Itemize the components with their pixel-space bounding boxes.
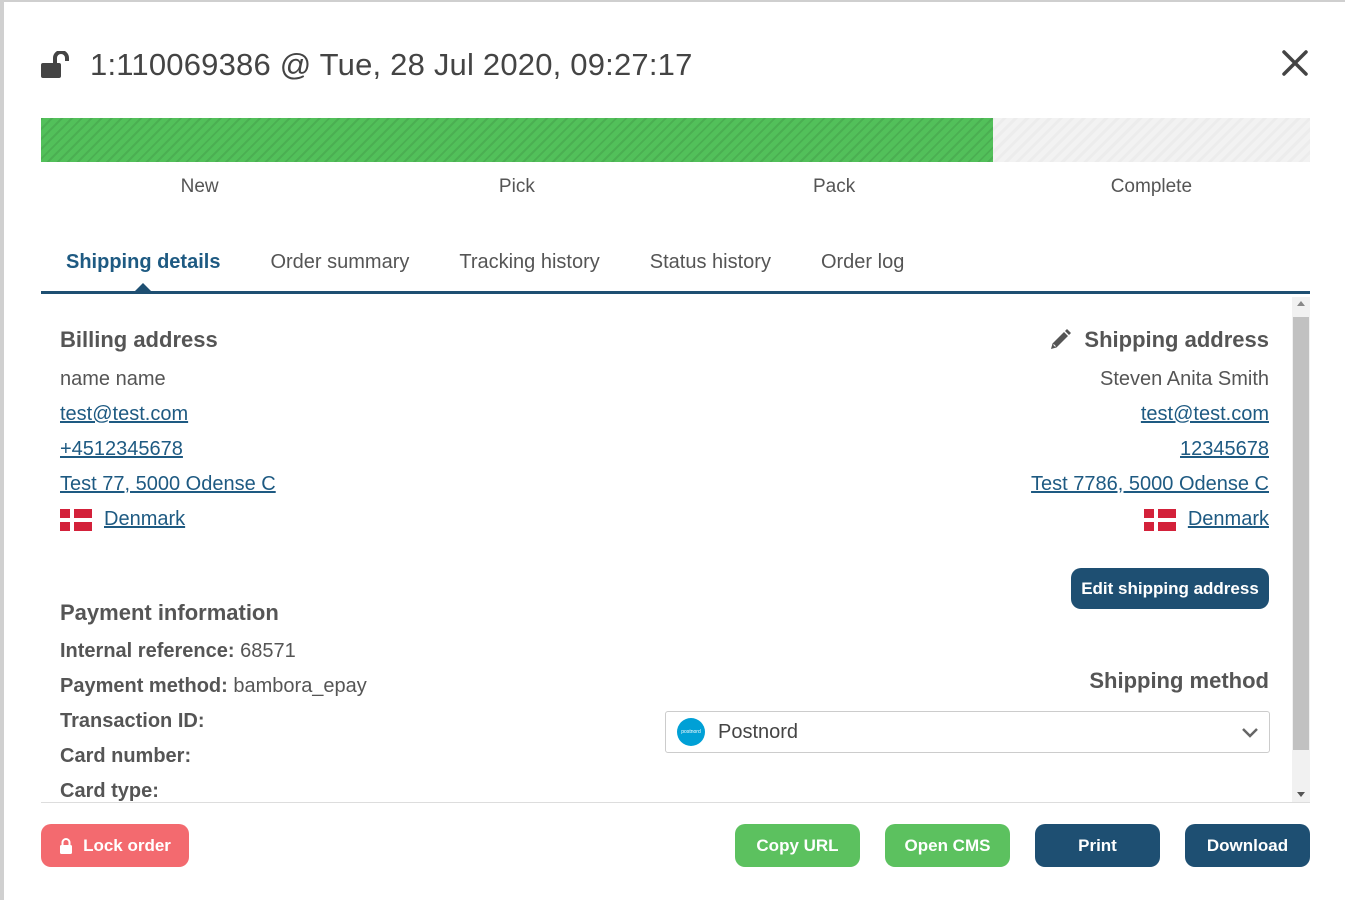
padlock-icon — [60, 837, 73, 854]
shipping-method-value: Postnord — [718, 720, 799, 743]
shipping-address-link[interactable]: Test 7786, 5000 Odense C — [1031, 473, 1269, 495]
payment-information-section: Payment information Internal reference: … — [60, 600, 367, 802]
chevron-down-icon — [1241, 724, 1259, 742]
modal-header: 1:110069386 @ Tue, 28 Jul 2020, 09:27:17 — [40, 42, 1310, 88]
card-type-label: Card type: — [60, 780, 159, 802]
payment-information-title: Payment information — [60, 600, 279, 625]
window-top-edge — [0, 0, 1345, 2]
denmark-flag-icon — [1143, 508, 1176, 531]
step-pack: Pack — [813, 176, 856, 197]
lock-order-label: Lock order — [83, 835, 171, 855]
modal-footer: Lock order Copy URL Open CMS Print Downl… — [41, 824, 1310, 868]
lock-order-button[interactable]: Lock order — [41, 824, 189, 867]
shipping-phone-link[interactable]: 12345678 — [1180, 438, 1269, 460]
tab-order-log[interactable]: Order log — [796, 242, 929, 291]
pencil-icon[interactable] — [1048, 328, 1072, 352]
payment-method-row: Payment method: bambora_epay — [60, 675, 367, 697]
transaction-id-label: Transaction ID: — [60, 710, 205, 732]
close-icon[interactable] — [1280, 48, 1310, 78]
shipping-method-title: Shipping method — [1089, 668, 1269, 693]
billing-address-section: Billing address name name test@test.com … — [60, 327, 276, 537]
unlocked-padlock-icon[interactable] — [40, 48, 74, 82]
scroll-down-arrow-icon[interactable] — [1297, 792, 1305, 797]
shipping-details-panel: Billing address name name test@test.com … — [41, 297, 1310, 803]
scrollbar-thumb[interactable] — [1293, 317, 1309, 750]
billing-address-link[interactable]: Test 77, 5000 Odense C — [60, 473, 276, 495]
step-pick: Pick — [498, 176, 535, 197]
tab-tracking-history[interactable]: Tracking history — [434, 242, 624, 291]
open-cms-button[interactable]: Open CMS — [885, 824, 1010, 867]
step-complete: Complete — [1110, 176, 1193, 197]
tab-order-summary[interactable]: Order summary — [245, 242, 434, 291]
content-scrollbar[interactable] — [1292, 297, 1310, 802]
shipping-email-link[interactable]: test@test.com — [1141, 403, 1269, 425]
window-left-edge — [0, 0, 4, 900]
print-button[interactable]: Print — [1035, 824, 1160, 867]
billing-email-link[interactable]: test@test.com — [60, 403, 188, 425]
tab-status-history[interactable]: Status history — [625, 242, 796, 291]
shipping-method-select[interactable]: postnord Postnord — [665, 711, 1270, 753]
shipping-name: Steven Anita Smith — [1100, 368, 1269, 390]
denmark-flag-icon — [60, 508, 92, 531]
billing-name: name name — [60, 368, 166, 390]
shipping-country-link[interactable]: Denmark — [1188, 502, 1269, 537]
tab-shipping-details[interactable]: Shipping details — [41, 242, 245, 291]
order-progress-steps: New Pick Pack Complete — [41, 176, 1310, 198]
billing-phone-link[interactable]: +4512345678 — [60, 438, 183, 460]
order-progress-fill — [41, 118, 993, 162]
step-new: New — [180, 176, 219, 197]
billing-country-link[interactable]: Denmark — [104, 502, 185, 537]
download-button[interactable]: Download — [1185, 824, 1310, 867]
order-tabs: Shipping details Order summary Tracking … — [41, 242, 1310, 294]
postnord-logo-icon: postnord — [677, 718, 705, 746]
order-progress-bar — [41, 118, 1310, 162]
payment-method-value: bambora_epay — [233, 675, 367, 697]
edit-shipping-address-button[interactable]: Edit shipping address — [1071, 568, 1269, 609]
billing-address-title: Billing address — [60, 327, 218, 352]
internal-reference-value: 68571 — [240, 640, 296, 662]
internal-reference-row: Internal reference: 68571 — [60, 640, 296, 662]
shipping-address-section: Shipping address Steven Anita Smith test… — [1031, 327, 1269, 537]
card-number-label: Card number: — [60, 745, 192, 767]
shipping-address-title: Shipping address — [1084, 327, 1269, 352]
copy-url-button[interactable]: Copy URL — [735, 824, 860, 867]
scroll-up-arrow-icon[interactable] — [1297, 301, 1305, 306]
order-title: 1:110069386 @ Tue, 28 Jul 2020, 09:27:17 — [90, 47, 693, 82]
